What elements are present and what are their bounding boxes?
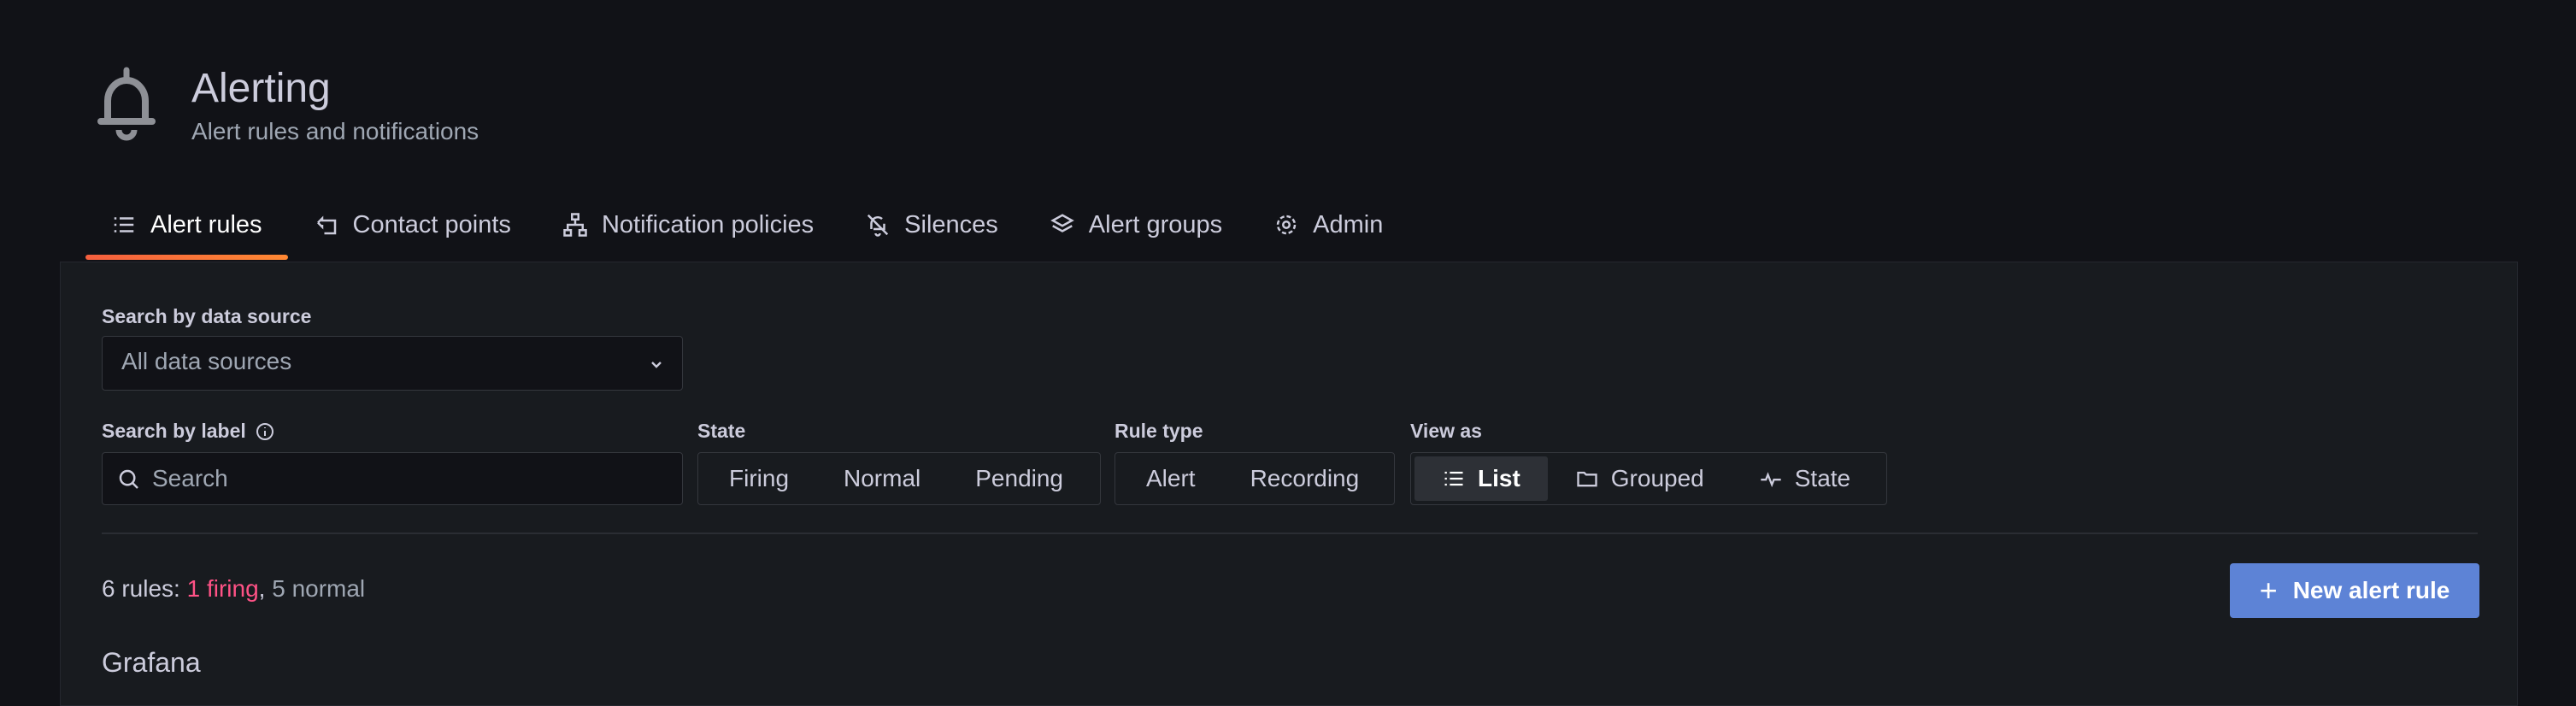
search-icon	[119, 469, 138, 489]
datasource-select[interactable]: All data sources	[102, 336, 683, 391]
heartbeat-icon	[1761, 472, 1781, 488]
viewas-filter: List Grouped State	[1410, 452, 1887, 505]
tab-contact-points[interactable]: Contact points	[288, 197, 537, 260]
search-placeholder: Search	[152, 465, 228, 491]
chevron-down-icon	[651, 362, 662, 368]
tab-label: Alert groups	[1088, 210, 1223, 238]
rules-summary: 6 rules: 1 firing, 5 normal	[102, 575, 365, 603]
info-icon[interactable]	[255, 421, 275, 442]
ruletype-label: Rule type	[1115, 420, 1203, 442]
list-icon	[1444, 471, 1463, 486]
ruletype-option-recording[interactable]: Recording	[1223, 456, 1387, 501]
alert-rules-panel: Search by data source All data sources S…	[60, 262, 2518, 706]
summary-prefix: 6 rules:	[102, 575, 187, 602]
plus-icon: +	[2259, 573, 2278, 608]
new-alert-rule-label: New alert rule	[2292, 577, 2450, 603]
viewas-option-label: Grouped	[1610, 465, 1704, 491]
contact-icon	[316, 215, 336, 235]
gear-icon	[1276, 215, 1297, 235]
new-alert-rule-button[interactable]: + New alert rule	[2230, 563, 2479, 618]
datasource-label: Search by data source	[102, 305, 312, 327]
state-label: State	[697, 420, 746, 442]
label-search-label-text: Search by label	[102, 420, 246, 442]
tab-label: Contact points	[352, 210, 511, 238]
label-search-input[interactable]: Search	[102, 452, 683, 505]
summary-separator: ,	[258, 575, 273, 602]
folder-icon	[1577, 471, 1597, 487]
page-header: Alerting Alert rules and notifications	[96, 63, 479, 145]
tab-silences[interactable]: Silences	[839, 197, 1024, 260]
bell-icon	[97, 67, 156, 141]
bell-slash-icon	[867, 214, 889, 237]
sitemap-icon	[563, 213, 587, 237]
summary-normal: 5 normal	[272, 575, 366, 602]
ruletype-filter: Alert Recording	[1115, 452, 1395, 505]
tab-label: Notification policies	[601, 210, 815, 238]
viewas-option-state[interactable]: State	[1732, 456, 1878, 501]
summary-firing: 1 firing	[186, 575, 259, 602]
state-filter: Firing Normal Pending	[697, 452, 1101, 505]
tab-admin[interactable]: Admin	[1248, 197, 1409, 260]
tab-label: Admin	[1313, 210, 1384, 238]
viewas-option-grouped[interactable]: Grouped	[1548, 456, 1732, 501]
ruletype-option-alert[interactable]: Alert	[1119, 456, 1223, 501]
viewas-label: View as	[1410, 420, 1482, 442]
label-search-label: Search by label	[102, 420, 275, 443]
tab-label: Silences	[904, 210, 998, 238]
datasource-value: All data sources	[121, 348, 292, 374]
tab-bar: Alert rules Contact points Notification …	[85, 197, 1409, 260]
tab-label: Alert rules	[150, 210, 262, 238]
divider	[102, 532, 2478, 534]
tab-notification-policies[interactable]: Notification policies	[537, 197, 839, 260]
viewas-option-label: List	[1478, 465, 1520, 491]
tab-alert-groups[interactable]: Alert groups	[1024, 197, 1248, 260]
group-title: Grafana	[102, 647, 201, 678]
page-title: Alerting	[191, 66, 331, 111]
list-icon	[114, 217, 134, 232]
state-option-pending[interactable]: Pending	[948, 456, 1091, 501]
page-subtitle: Alert rules and notifications	[191, 118, 479, 144]
viewas-option-label: State	[1794, 465, 1851, 491]
viewas-option-list[interactable]: List	[1414, 456, 1548, 501]
tab-alert-rules[interactable]: Alert rules	[85, 197, 288, 260]
state-option-firing[interactable]: Firing	[702, 456, 816, 501]
layers-icon	[1050, 214, 1074, 232]
state-option-normal[interactable]: Normal	[816, 456, 948, 501]
